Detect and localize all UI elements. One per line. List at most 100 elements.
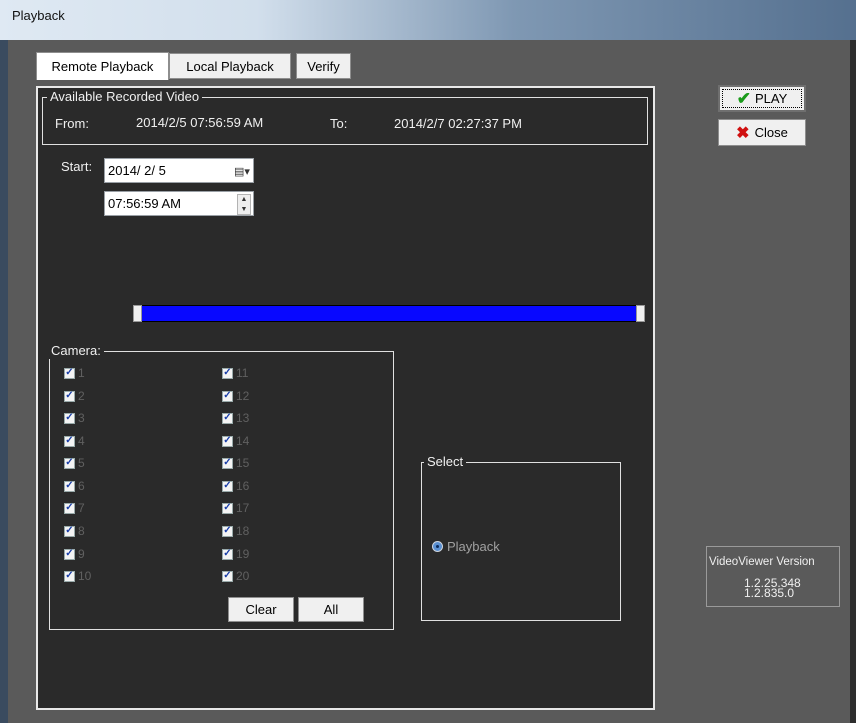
- camera-checkbox-3[interactable]: ✓ 3: [64, 411, 85, 425]
- camera-label: 7: [78, 501, 85, 515]
- camera-label: 8: [78, 524, 85, 538]
- select-group: Select Playback: [421, 454, 621, 621]
- checkbox-checked-icon: ✓: [64, 390, 75, 402]
- camera-label: 15: [236, 456, 250, 470]
- camera-label: 16: [236, 479, 250, 493]
- timeline-slider[interactable]: [133, 305, 645, 322]
- start-time-value: 07:56:59 AM: [108, 196, 181, 211]
- version-box: VideoViewer Version 1.2.25.348 1.2.835.0: [706, 546, 840, 607]
- from-label: From:: [55, 116, 89, 131]
- camera-label: 18: [236, 524, 250, 538]
- checkbox-checked-icon: ✓: [64, 525, 75, 537]
- playback-radio[interactable]: Playback: [432, 539, 500, 554]
- camera-checkbox-19[interactable]: ✓ 19: [222, 547, 249, 561]
- camera-label: 14: [236, 434, 250, 448]
- title-bar: Playback: [0, 0, 856, 41]
- camera-checkbox-2[interactable]: ✓ 2: [64, 389, 85, 403]
- spin-up-icon[interactable]: ▲: [238, 195, 250, 205]
- timeline-start-handle[interactable]: [133, 305, 142, 322]
- select-legend: Select: [424, 454, 467, 470]
- camera-checkbox-13[interactable]: ✓ 13: [222, 411, 249, 425]
- camera-checkbox-20[interactable]: ✓ 20: [222, 569, 249, 583]
- window-title: Playback: [12, 8, 65, 23]
- tab-verify[interactable]: Verify: [296, 53, 351, 79]
- spin-down-icon[interactable]: ▼: [238, 205, 250, 215]
- window-right-edge: [850, 40, 856, 723]
- play-button[interactable]: ✔ PLAY: [718, 85, 806, 112]
- tab-remote-playback[interactable]: Remote Playback: [36, 52, 169, 80]
- checkbox-checked-icon: ✓: [64, 570, 75, 582]
- camera-checkbox-4[interactable]: ✓ 4: [64, 434, 85, 448]
- available-video-legend: Available Recorded Video: [47, 89, 203, 105]
- checkbox-checked-icon: ✓: [64, 412, 75, 424]
- close-x-icon: ✖: [736, 124, 750, 142]
- calendar-dropdown-icon[interactable]: ▤▾: [233, 161, 251, 181]
- camera-label: 12: [236, 389, 250, 403]
- checkbox-checked-icon: ✓: [222, 570, 233, 582]
- checkbox-checked-icon: ✓: [64, 435, 75, 447]
- camera-label: 5: [78, 456, 85, 470]
- window-left-edge: [0, 40, 8, 723]
- camera-checkbox-1[interactable]: ✓ 1: [64, 366, 85, 380]
- version-label: VideoViewer Version: [709, 556, 815, 568]
- camera-checkbox-18[interactable]: ✓ 18: [222, 524, 249, 538]
- camera-label: 4: [78, 434, 85, 448]
- checkbox-checked-icon: ✓: [64, 502, 75, 514]
- playback-window: Remote Playback Local Playback Verify Av…: [8, 40, 850, 723]
- checkmark-icon: ✔: [736, 88, 751, 108]
- checkbox-checked-icon: ✓: [64, 548, 75, 560]
- checkbox-checked-icon: ✓: [64, 457, 75, 469]
- clear-button[interactable]: Clear: [228, 597, 294, 622]
- available-video-group: Available Recorded Video From: 2014/2/5 …: [42, 89, 648, 145]
- remote-playback-panel: Available Recorded Video From: 2014/2/5 …: [36, 86, 655, 710]
- timeline-end-handle[interactable]: [636, 305, 645, 322]
- camera-label: 9: [78, 547, 85, 561]
- start-label: Start:: [61, 159, 93, 174]
- start-time-field[interactable]: 07:56:59 AM ▲ ▼: [104, 191, 254, 216]
- camera-checkbox-17[interactable]: ✓ 17: [222, 501, 249, 515]
- checkbox-checked-icon: ✓: [222, 502, 233, 514]
- camera-label: 17: [236, 501, 250, 515]
- checkbox-checked-icon: ✓: [222, 457, 233, 469]
- time-spinner[interactable]: ▲ ▼: [237, 194, 251, 215]
- camera-label: 3: [78, 411, 85, 425]
- radio-selected-icon: [432, 541, 443, 552]
- camera-checkbox-5[interactable]: ✓ 5: [64, 456, 85, 470]
- camera-checkbox-6[interactable]: ✓ 6: [64, 479, 85, 493]
- to-value: 2014/2/7 02:27:37 PM: [394, 116, 522, 131]
- camera-legend: Camera:: [48, 343, 104, 359]
- checkbox-checked-icon: ✓: [222, 367, 233, 379]
- camera-label: 11: [236, 366, 249, 380]
- camera-checkbox-15[interactable]: ✓ 15: [222, 456, 249, 470]
- checkbox-checked-icon: ✓: [222, 548, 233, 560]
- camera-label: 20: [236, 569, 250, 583]
- close-button-label: Close: [754, 125, 788, 140]
- checkbox-checked-icon: ✓: [222, 480, 233, 492]
- checkbox-checked-icon: ✓: [222, 412, 233, 424]
- playback-radio-label: Playback: [447, 539, 500, 554]
- from-value: 2014/2/5 07:56:59 AM: [136, 115, 264, 130]
- camera-checkbox-10[interactable]: ✓ 10: [64, 569, 91, 583]
- camera-label: 10: [78, 569, 92, 583]
- camera-label: 2: [78, 389, 85, 403]
- camera-label: 13: [236, 411, 250, 425]
- camera-checkbox-14[interactable]: ✓ 14: [222, 434, 249, 448]
- camera-label: 1: [78, 366, 85, 380]
- camera-group: Camera: ✓ 1 ✓ 2 ✓ 3 ✓ 4 ✓ 5 ✓ 6 ✓ 7 ✓ 8 ✓ 9 ✓ 10 ✓…: [48, 343, 394, 630]
- start-date-picker[interactable]: 2014/ 2/ 5 ▤▾: [104, 158, 254, 183]
- camera-label: 6: [78, 479, 85, 493]
- camera-checkbox-11[interactable]: ✓ 11: [222, 366, 248, 380]
- checkbox-checked-icon: ✓: [64, 367, 75, 379]
- camera-checkbox-7[interactable]: ✓ 7: [64, 501, 85, 515]
- all-button[interactable]: All: [298, 597, 364, 622]
- camera-checkbox-8[interactable]: ✓ 8: [64, 524, 85, 538]
- tab-local-playback[interactable]: Local Playback: [169, 53, 291, 79]
- camera-label: 19: [236, 547, 250, 561]
- version-value-2: 1.2.835.0: [744, 586, 795, 600]
- close-button[interactable]: ✖ Close: [718, 119, 806, 146]
- camera-checkbox-12[interactable]: ✓ 12: [222, 389, 249, 403]
- checkbox-checked-icon: ✓: [222, 435, 233, 447]
- start-date-value: 2014/ 2/ 5: [108, 163, 166, 178]
- camera-checkbox-9[interactable]: ✓ 9: [64, 547, 85, 561]
- camera-checkbox-16[interactable]: ✓ 16: [222, 479, 249, 493]
